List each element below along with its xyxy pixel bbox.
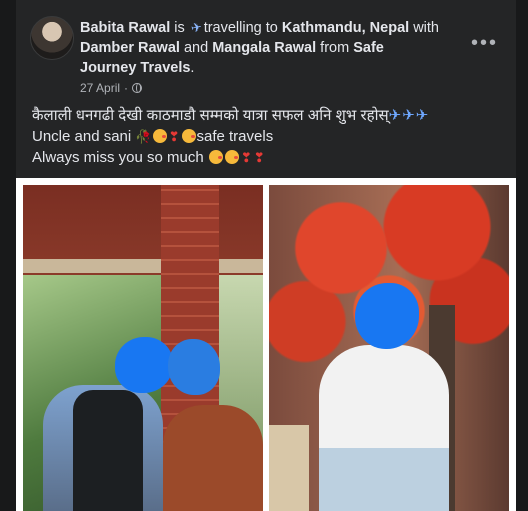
- face-blur-3: [355, 283, 419, 349]
- vest: [73, 390, 143, 511]
- heart-emoji-icon: ❣: [253, 150, 265, 165]
- post-text: कैलाली धनगढी देखी काठमाडौ सम्मको यात्रा …: [32, 105, 500, 168]
- face-blur-1: [115, 337, 173, 393]
- post-text-line-1: कैलाली धनगढी देखी काठमाडौ सम्मको यात्रा …: [32, 105, 500, 126]
- more-options-icon: •••: [470, 32, 498, 54]
- post-card: Babita Rawal is ✈travelling to Kathmandu…: [16, 0, 516, 511]
- photo-grid: [16, 178, 516, 511]
- safe-travels-text: safe travels: [196, 128, 274, 145]
- globe-icon: [132, 83, 143, 93]
- date-separator: ·: [124, 81, 129, 95]
- author-name[interactable]: Babita Rawal: [80, 20, 170, 36]
- from-text: from: [316, 40, 354, 56]
- airplane-emoji-row: ✈✈✈: [388, 107, 430, 124]
- period-text: .: [190, 60, 195, 76]
- kiss-emoji-icon: [181, 129, 196, 143]
- kiss-emoji-icon: [152, 129, 167, 143]
- and-text: and: [179, 40, 213, 56]
- post-header-text: Babita Rawal is ✈travelling to Kathmandu…: [80, 18, 440, 78]
- author-avatar[interactable]: [30, 16, 74, 60]
- rose-emoji-icon: 🥀: [135, 129, 152, 144]
- post-header: Babita Rawal is ✈travelling to Kathmandu…: [16, 8, 516, 98]
- photo-left[interactable]: [23, 185, 263, 511]
- kiss-emoji-icon: [224, 150, 239, 164]
- face-blur-2: [168, 339, 220, 395]
- heart-emoji-icon: ❣: [168, 129, 180, 144]
- tagged-person-2[interactable]: Mangala Rawal: [212, 40, 316, 56]
- roof-trim: [23, 259, 263, 273]
- is-text: is: [170, 20, 189, 36]
- airplane-icon: ✈: [189, 19, 204, 36]
- more-options-button[interactable]: •••: [471, 32, 498, 55]
- photo-right[interactable]: [269, 185, 509, 511]
- kiss-emoji-icon: [208, 150, 223, 164]
- post-text-line-3: Always miss you so much ❣ ❣: [32, 147, 500, 168]
- post-text-line-2: Uncle and sani 🥀 ❣ safe travels: [32, 126, 500, 147]
- activity-text: travelling to: [203, 20, 282, 36]
- tagged-person-1[interactable]: Damber Rawal: [80, 40, 180, 56]
- miss-you-text: Always miss you so much: [32, 149, 204, 166]
- wicker-chair: [269, 425, 309, 511]
- post-meta: 27 April ·: [80, 81, 143, 95]
- with-text: with: [409, 20, 439, 36]
- woman-figure: [163, 405, 263, 511]
- uncle-and-sani-text: Uncle and sani: [32, 128, 132, 145]
- nepali-line: कैलाली धनगढी देखी काठमाडौ सम्मको यात्रा …: [32, 107, 389, 124]
- post-date[interactable]: 27 April: [80, 81, 120, 95]
- heart-emoji-icon: ❣: [240, 150, 252, 165]
- woman-figure: [319, 345, 449, 511]
- location-link[interactable]: Kathmandu, Nepal: [282, 20, 409, 36]
